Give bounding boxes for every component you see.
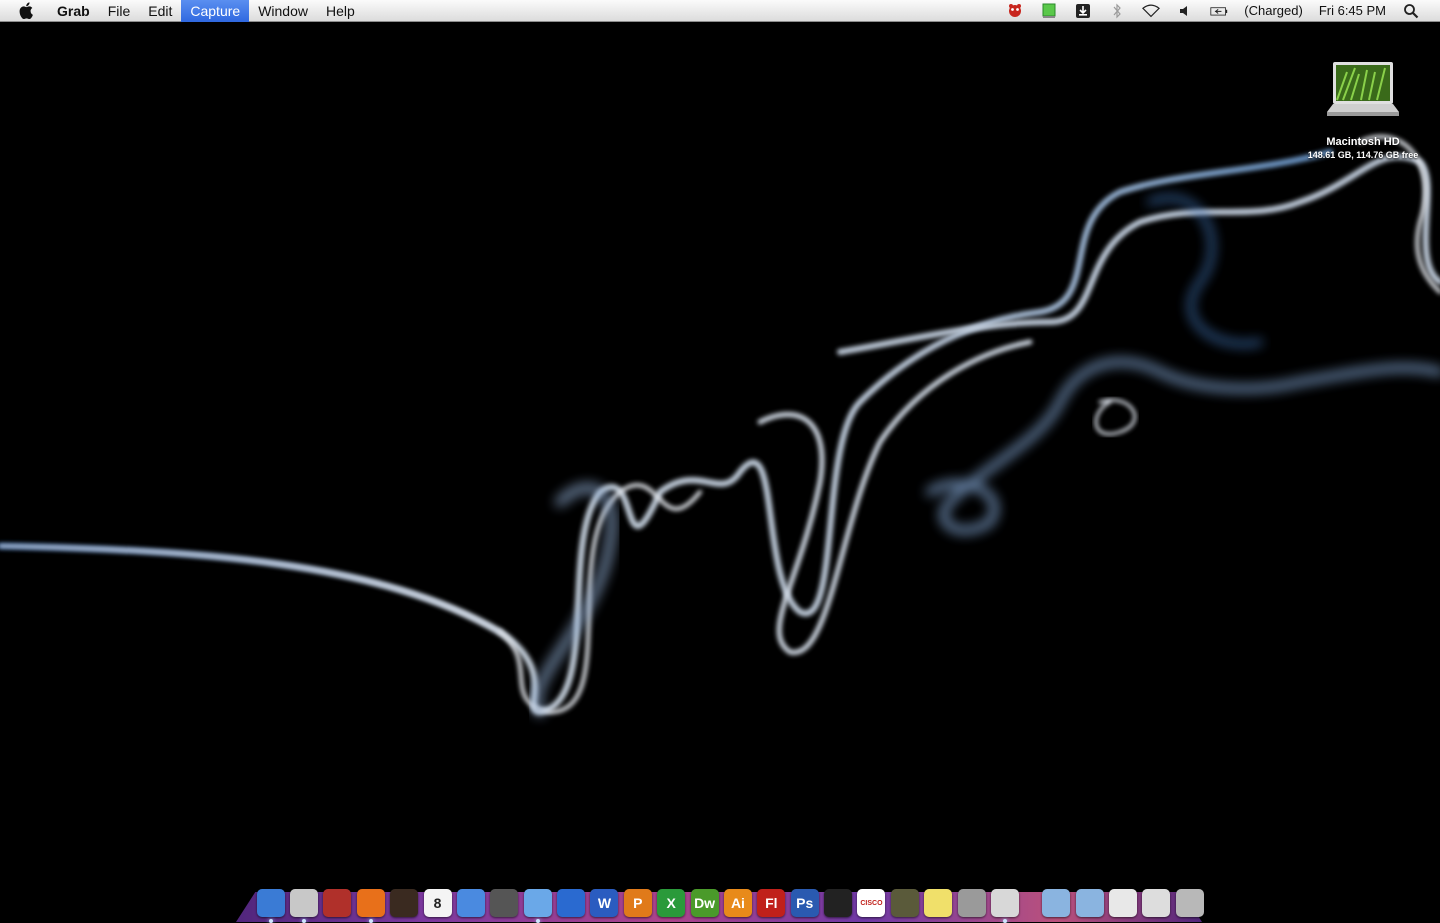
laptop-icon [1327, 60, 1399, 122]
growl-icon[interactable] [1006, 3, 1024, 19]
easel-dock-item[interactable] [990, 888, 1020, 923]
dreamweaver-label: Dw [694, 895, 716, 911]
ical-label: 8 [433, 895, 442, 911]
blue-figure-icon [557, 889, 586, 917]
app-menu-grab[interactable]: Grab [48, 0, 99, 22]
photoshop-dock-item[interactable]: Ps [790, 888, 820, 918]
stickies-icon [924, 889, 953, 917]
dropbox-icon[interactable] [1074, 3, 1092, 19]
word-dock-item[interactable]: W [589, 888, 619, 918]
photoshop-label: Ps [796, 895, 814, 911]
powerpoint-dock-item[interactable]: P [623, 888, 653, 918]
dock-separator [1030, 888, 1032, 918]
smoke-wallpaper [0, 134, 1440, 717]
firefox-icon [356, 889, 385, 917]
desktop[interactable]: Macintosh HD 148.61 GB, 114.76 GB free 8… [0, 22, 1440, 923]
ical-dock-item[interactable]: 8 [423, 888, 453, 918]
powerpoint-icon: P [623, 889, 652, 917]
ichat-icon [456, 889, 485, 917]
trash-icon [1175, 889, 1204, 917]
dreamweaver-icon: Dw [690, 889, 719, 917]
preview-dock-item[interactable] [289, 888, 319, 923]
dvd-player-dock-item[interactable] [489, 888, 519, 918]
illustrator-icon: Ai [723, 889, 752, 917]
menu-window[interactable]: Window [249, 0, 317, 22]
camera-lens-icon [824, 889, 853, 917]
photoshop-icon: Ps [790, 889, 819, 917]
dreamweaver-dock-item[interactable]: Dw [690, 888, 720, 918]
menu-bar: Grab File Edit Capture Window Help (Char… [0, 0, 1440, 22]
dvd-player-icon [490, 889, 519, 917]
word-label: W [597, 895, 612, 911]
downloads-stack-dock-item[interactable] [1108, 888, 1138, 918]
trash-dock-item[interactable] [1175, 888, 1205, 918]
dock: 8 W P X Dw Ai Fl Ps CISCO [236, 884, 1204, 923]
cisco-label: CISCO [860, 899, 883, 907]
battery-status-text[interactable]: (Charged) [1236, 3, 1311, 18]
documents-folder-icon [1075, 889, 1104, 917]
word-icon: W [590, 889, 619, 917]
wizard-dock-item[interactable] [890, 888, 920, 918]
green-status-icon[interactable] [1040, 3, 1058, 19]
excel-label: X [666, 895, 676, 911]
wifi-icon[interactable] [1142, 3, 1161, 19]
blue-figure-dock-item[interactable] [556, 888, 586, 918]
dock-items: 8 W P X Dw Ai Fl Ps CISCO [254, 888, 1207, 923]
preview-icon [290, 889, 319, 917]
illustrator-label: Ai [730, 895, 745, 911]
coffee-dock-item[interactable] [389, 888, 419, 918]
utility-dock-item[interactable] [957, 888, 987, 918]
applications-folder-dock-item[interactable] [1041, 888, 1071, 918]
ical-icon: 8 [423, 889, 452, 917]
firefox-dock-item[interactable] [356, 888, 386, 923]
coffee-icon [390, 889, 419, 917]
excel-dock-item[interactable]: X [656, 888, 686, 918]
screen-icon [1142, 889, 1171, 917]
itunes-dock-item[interactable] [523, 888, 553, 923]
bluetooth-icon[interactable] [1108, 3, 1126, 19]
hd-info-label: 148.61 GB, 114.76 GB free [1307, 150, 1419, 160]
finder-dock-item[interactable] [256, 888, 286, 923]
flash-label: Fl [765, 895, 778, 911]
excel-icon: X [657, 889, 686, 917]
photo-booth-icon [323, 889, 352, 917]
ichat-dock-item[interactable] [456, 888, 486, 918]
hd-name-label: Macintosh HD [1326, 136, 1400, 148]
volume-icon[interactable] [1176, 3, 1194, 19]
powerpoint-label: P [633, 895, 643, 911]
itunes-icon [523, 889, 552, 917]
flash-icon: Fl [757, 889, 786, 917]
cisco-icon: CISCO [857, 889, 886, 917]
status-area: (Charged) Fri 6:45 PM [998, 0, 1440, 22]
applications-folder-icon [1042, 889, 1071, 917]
menu-edit[interactable]: Edit [139, 0, 181, 22]
apple-menu-icon[interactable] [18, 2, 34, 20]
easel-icon [990, 889, 1019, 917]
menu-capture[interactable]: Capture [181, 0, 250, 22]
illustrator-dock-item[interactable]: Ai [723, 888, 753, 918]
downloads-stack-icon [1109, 889, 1138, 917]
menu-file[interactable]: File [99, 0, 140, 22]
spotlight-icon[interactable] [1402, 3, 1420, 19]
documents-folder-dock-item[interactable] [1075, 888, 1105, 918]
finder-icon [256, 889, 285, 917]
flash-dock-item[interactable]: Fl [756, 888, 786, 918]
battery-icon[interactable] [1210, 3, 1228, 19]
screen-dock-item[interactable] [1141, 888, 1171, 918]
utility-icon [957, 889, 986, 917]
macintosh-hd-icon[interactable]: Macintosh HD 148.61 GB, 114.76 GB free [1298, 60, 1428, 160]
cisco-dock-item[interactable]: CISCO [856, 888, 886, 918]
wizard-icon [890, 889, 919, 917]
camera-lens-dock-item[interactable] [823, 888, 853, 918]
clock[interactable]: Fri 6:45 PM [1311, 3, 1394, 18]
photo-booth-dock-item[interactable] [322, 888, 352, 918]
menu-help[interactable]: Help [317, 0, 364, 22]
stickies-dock-item[interactable] [923, 888, 953, 918]
